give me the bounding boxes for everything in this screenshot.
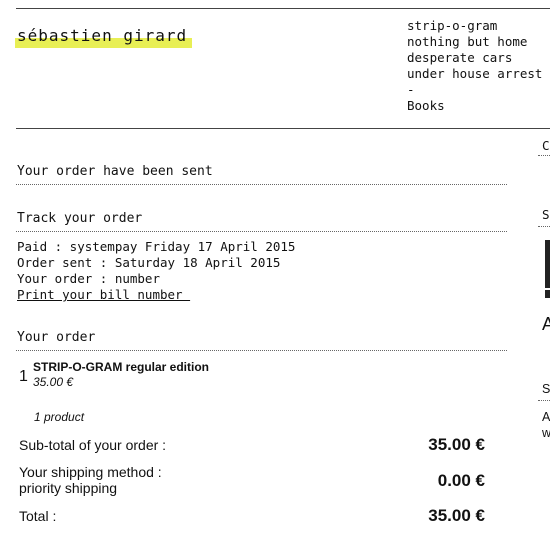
shipping-label: Your shipping method : bbox=[19, 464, 162, 480]
header-divider bbox=[16, 128, 550, 129]
nav-item-strip-o-gram[interactable]: strip-o-gram bbox=[407, 18, 542, 34]
sidebar-text-fragment: w bbox=[542, 426, 550, 440]
subtotal-value: 35.00 € bbox=[428, 435, 485, 454]
nav-item-nothing-but-home[interactable]: nothing but home bbox=[407, 34, 542, 50]
section-divider bbox=[16, 184, 507, 185]
tracking-details: Paid : systempay Friday 17 April 2015 Or… bbox=[17, 239, 295, 303]
sidebar-divider bbox=[538, 155, 550, 156]
subtotal-label: Sub-total of your order : bbox=[19, 437, 167, 453]
shipping-method: priority shipping bbox=[19, 480, 118, 496]
order-number: Your order : number bbox=[17, 271, 160, 286]
main-nav: strip-o-gram nothing but home desperate … bbox=[407, 18, 542, 114]
sidebar-image-fragment[interactable] bbox=[545, 290, 550, 298]
print-bill-link[interactable]: Print your bill number bbox=[17, 287, 295, 303]
shipping-value: 0.00 € bbox=[437, 471, 485, 490]
nav-separator: - bbox=[407, 82, 415, 97]
sidebar-divider bbox=[538, 400, 550, 401]
sidebar-divider bbox=[538, 226, 550, 227]
sidebar-heading-fragment: S bbox=[542, 382, 550, 396]
brand-name[interactable]: sébastien girard bbox=[17, 26, 187, 45]
nav-item-desperate-cars[interactable]: desperate cars bbox=[407, 50, 542, 66]
section-divider bbox=[16, 350, 507, 351]
product-count: 1 product bbox=[34, 410, 85, 424]
paid-status: Paid : systempay Friday 17 April 2015 bbox=[17, 239, 296, 254]
sidebar-heading-fragment: S bbox=[542, 207, 550, 222]
nav-item-under-house-arrest[interactable]: under house arrest bbox=[407, 66, 542, 82]
total-label: Total : bbox=[19, 508, 57, 524]
sent-status: Order sent : Saturday 18 April 2015 bbox=[17, 255, 281, 270]
sidebar-heading-fragment: C bbox=[542, 138, 550, 153]
brand-logo[interactable]: sébastien girard bbox=[15, 26, 193, 48]
sidebar-text-fragment: A bbox=[542, 314, 550, 334]
section-divider bbox=[16, 231, 507, 232]
nav-item-books[interactable]: Books bbox=[407, 98, 542, 114]
sidebar-image-fragment[interactable] bbox=[545, 240, 550, 288]
top-divider bbox=[16, 8, 550, 9]
confirmation-message: Your order have been sent bbox=[17, 164, 213, 179]
item-quantity: 1 bbox=[19, 368, 28, 385]
sidebar-text-fragment: A bbox=[542, 410, 550, 424]
item-price: 35.00 € bbox=[33, 375, 74, 389]
your-order-title: Your order bbox=[17, 330, 96, 345]
item-name: STRIP-O-GRAM regular edition bbox=[33, 360, 210, 374]
track-order-title: Track your order bbox=[17, 211, 143, 226]
total-value: 35.00 € bbox=[428, 506, 485, 525]
